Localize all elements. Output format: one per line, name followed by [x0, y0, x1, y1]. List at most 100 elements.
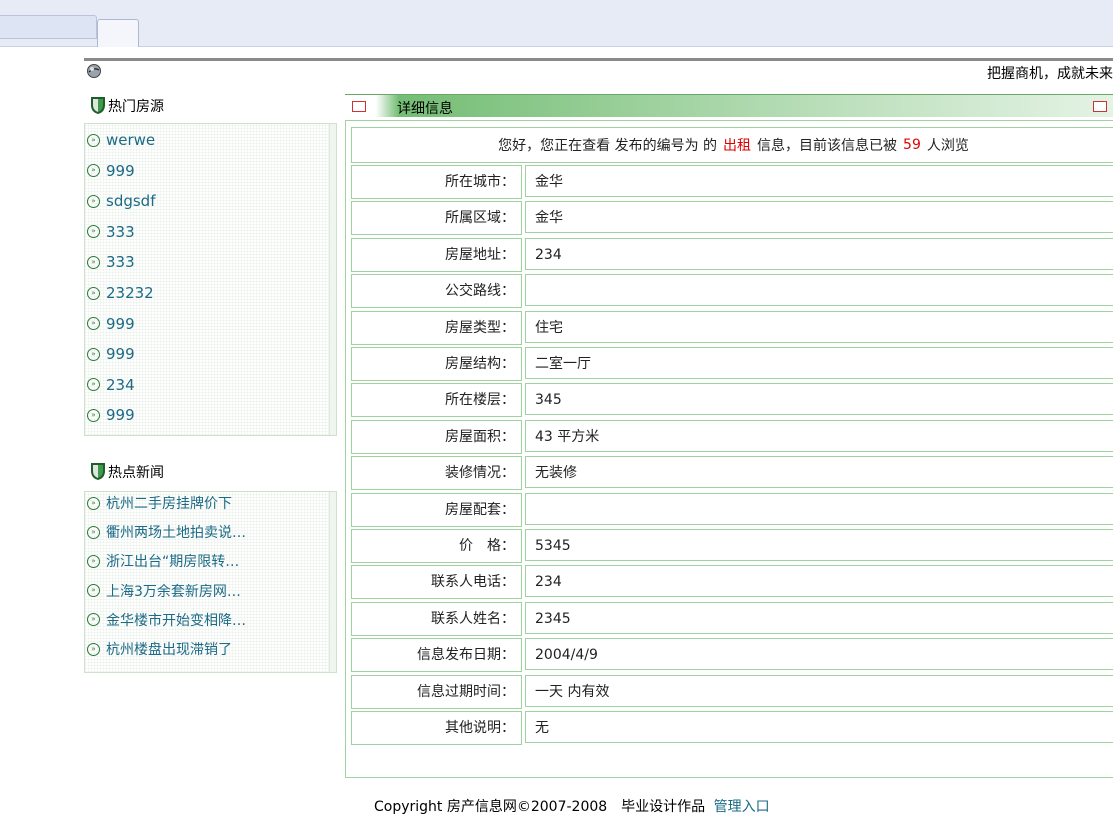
list-item-link[interactable]: werwe — [106, 131, 155, 149]
close-icon — [352, 101, 366, 112]
list-item[interactable]: » 999 — [87, 314, 135, 334]
chevron-right-icon: » — [87, 496, 100, 510]
hot-news-list: » 杭州二手房挂牌价下 » 衢州两场土地拍卖说… » 浙江出台“期房限转… » 上海3万余套新… — [84, 491, 337, 673]
field-label-cell: 房屋配套： — [351, 492, 522, 527]
chevron-right-icon: » — [87, 613, 100, 627]
chevron-right-icon: » — [87, 164, 100, 178]
detail-row: 所属区域： 金华 — [351, 201, 1113, 236]
footer: Copyright 房产信息网©2007-2008 毕业设计作品 管理入口 — [374, 796, 770, 816]
list-item[interactable]: » 23232 — [87, 283, 154, 303]
field-label: 公交路线： — [445, 283, 515, 300]
summary-suffix: 人浏览 — [926, 138, 969, 154]
list-item[interactable]: » 浙江出台“期房限转… — [87, 551, 239, 571]
field-label: 价 格： — [459, 538, 515, 554]
chevron-right-icon: » — [87, 133, 100, 147]
field-value: 无装修 — [525, 456, 1113, 489]
field-value: 金华 — [525, 165, 1113, 197]
field-label: 联系人姓名： — [431, 610, 515, 627]
list-item[interactable]: » 333 — [87, 252, 135, 272]
field-label: 房屋配套： — [445, 501, 515, 518]
list-item-link[interactable]: 杭州楼盘出现滞销了 — [106, 639, 232, 659]
detail-row: 装修情况： 无装修 — [351, 456, 1113, 491]
field-label-cell: 信息发布日期： — [351, 638, 522, 673]
chevron-right-icon: » — [87, 194, 100, 208]
field-label-cell: 房屋地址： — [351, 237, 522, 272]
list-item-link[interactable]: 浙江出台“期房限转… — [106, 551, 239, 571]
detail-panel-header: 详细信息 — [345, 94, 1113, 117]
field-label-cell: 公交路线： — [351, 274, 522, 309]
chevron-right-icon: » — [87, 225, 100, 239]
detail-row: 房屋地址： 234 — [351, 237, 1113, 272]
field-value: 一天 内有效 — [525, 674, 1113, 707]
chevron-right-icon: » — [87, 255, 100, 269]
list-item-link[interactable]: 999 — [106, 162, 135, 180]
list-item[interactable]: » sdgsdf — [87, 191, 155, 211]
list-item-link[interactable]: 999 — [106, 406, 135, 424]
list-item-link[interactable]: 234 — [106, 376, 135, 394]
summary-middle: 信息，目前该信息已被 — [757, 138, 898, 154]
detail-row: 房屋面积： 43 平方米 — [351, 419, 1113, 454]
list-item[interactable]: » 999 — [87, 344, 135, 364]
new-tab-button[interactable] — [97, 19, 139, 47]
field-label: 所属区域： — [445, 210, 515, 227]
hot-news-header: 热点新闻 — [86, 460, 336, 484]
field-label-cell: 所属区域： — [351, 201, 522, 236]
field-label: 所在城市： — [445, 174, 515, 190]
detail-row: 房屋类型： 住宅 — [351, 310, 1113, 345]
list-item[interactable]: » 上海3万余套新房网… — [87, 581, 241, 601]
detail-row: 信息过期时间： 一天 内有效 — [351, 674, 1113, 709]
field-value: 2004/4/9 — [525, 638, 1113, 671]
list-item-link[interactable]: 999 — [106, 315, 135, 333]
field-label: 联系人电话： — [431, 574, 515, 591]
admin-login-link[interactable]: 管理入口 — [714, 799, 770, 815]
list-item-link[interactable]: 金华楼市开始变相降… — [106, 610, 246, 630]
field-label-cell: 装修情况： — [351, 456, 522, 491]
chevron-right-icon: » — [87, 286, 100, 300]
field-label-cell: 价 格： — [351, 529, 522, 563]
list-item-link[interactable]: 333 — [106, 223, 135, 241]
list-item[interactable]: » 杭州楼盘出现滞销了 — [87, 639, 232, 659]
field-label: 房屋结构： — [445, 356, 515, 372]
field-value: 金华 — [525, 201, 1113, 234]
field-label-cell: 房屋面积： — [351, 419, 522, 454]
field-value: 住宅 — [525, 310, 1113, 343]
field-value: 无 — [525, 711, 1113, 743]
list-item-link[interactable]: sdgsdf — [106, 192, 155, 210]
field-label-cell: 房屋类型： — [351, 310, 522, 345]
list-item[interactable]: » werwe — [87, 130, 155, 150]
chevron-right-icon: » — [87, 525, 100, 539]
summary-prefix: 您好，您正在查看 发布的编号为 的 — [498, 138, 718, 154]
detail-row: 价 格： 5345 — [351, 529, 1113, 563]
list-item[interactable]: » 999 — [87, 405, 135, 425]
listing-type: 出租 — [723, 138, 752, 154]
field-label-cell: 联系人电话： — [351, 565, 522, 600]
list-item-link[interactable]: 333 — [106, 253, 135, 271]
list-item-link[interactable]: 杭州二手房挂牌价下 — [106, 493, 232, 513]
list-item-link[interactable]: 上海3万余套新房网… — [106, 581, 241, 601]
field-label: 房屋地址： — [445, 246, 515, 263]
list-item[interactable]: » 333 — [87, 222, 135, 242]
detail-row: 所在城市： 金华 — [351, 165, 1113, 199]
detail-table: 您好，您正在查看 发布的编号为 的 出租 信息，目前该信息已被 59 人浏览 所… — [345, 120, 1113, 778]
field-value: 二室一厅 — [525, 347, 1113, 379]
field-value: 43 平方米 — [525, 419, 1113, 452]
list-item[interactable]: » 金华楼市开始变相降… — [87, 610, 246, 630]
field-value: 2345 — [525, 601, 1113, 634]
field-label-cell: 信息过期时间： — [351, 674, 522, 709]
list-item[interactable]: » 衢州两场土地拍卖说… — [87, 522, 246, 542]
list-item[interactable]: » 234 — [87, 375, 135, 395]
field-value: 234 — [525, 565, 1113, 598]
list-item-link[interactable]: 23232 — [106, 284, 154, 302]
browser-tab[interactable] — [0, 15, 97, 39]
field-label: 信息过期时间： — [417, 683, 515, 700]
chevron-right-icon: » — [87, 317, 100, 331]
panel-title: 详细信息 — [397, 101, 453, 117]
detail-row: 房屋结构： 二室一厅 — [351, 347, 1113, 381]
close-icon — [1093, 101, 1107, 112]
list-item[interactable]: » 999 — [87, 161, 135, 181]
hot-listings-list: » werwe» 999» sdgsdf» 333» 333» 23232» 999» 999»… — [84, 123, 337, 436]
list-item[interactable]: » 杭州二手房挂牌价下 — [87, 493, 232, 513]
list-item-link[interactable]: 999 — [106, 345, 135, 363]
list-scroll-track — [329, 124, 336, 435]
list-item-link[interactable]: 衢州两场土地拍卖说… — [106, 522, 246, 542]
